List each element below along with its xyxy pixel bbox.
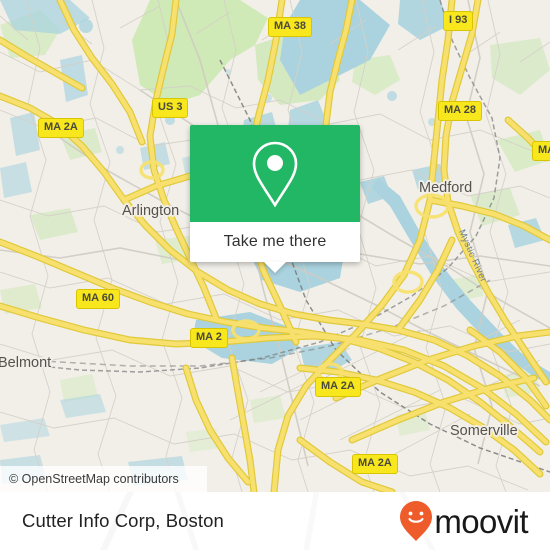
highway-shield-i93: I 93 (443, 11, 474, 31)
highway-shield-ma-edge: MA (532, 141, 550, 161)
popup-pointer (264, 262, 286, 273)
highway-shield-ma28: MA 28 (438, 101, 482, 121)
place-title: Cutter Info Corp, Boston (22, 510, 224, 531)
highway-shield-ma2a-nw: MA 2A (38, 118, 84, 138)
take-me-there-label: Take me there (223, 233, 327, 250)
location-pin-icon (252, 141, 298, 207)
osm-attribution-text: © OpenStreetMap contributors (9, 472, 179, 486)
popup-action-bar[interactable]: Take me there (190, 222, 360, 273)
highway-shield-us3: US 3 (152, 98, 189, 118)
popup-pin-area (190, 125, 360, 222)
take-me-there-popup[interactable]: Take me there (190, 125, 360, 273)
highway-shield-ma60: MA 60 (76, 289, 120, 309)
moovit-wordmark: moovit (434, 502, 528, 540)
map-page: MA 38 I 93 US 3 MA 28 MA 2A MA MA 60 MA … (0, 0, 550, 550)
moovit-logo[interactable]: moovit (399, 500, 529, 542)
osm-attribution[interactable]: © OpenStreetMap contributors (0, 466, 207, 492)
map-canvas[interactable]: MA 38 I 93 US 3 MA 28 MA 2A MA MA 60 MA … (0, 0, 550, 492)
highway-shield-ma38: MA 38 (268, 17, 312, 37)
moovit-smiley-pin-icon (400, 501, 433, 541)
highway-shield-ma2a-mid: MA 2A (315, 377, 361, 397)
highway-shield-ma2: MA 2 (190, 328, 228, 348)
bottom-bar: Cutter Info Corp, Boston moovit (0, 492, 550, 550)
highway-shield-ma2a-s: MA 2A (352, 454, 398, 474)
